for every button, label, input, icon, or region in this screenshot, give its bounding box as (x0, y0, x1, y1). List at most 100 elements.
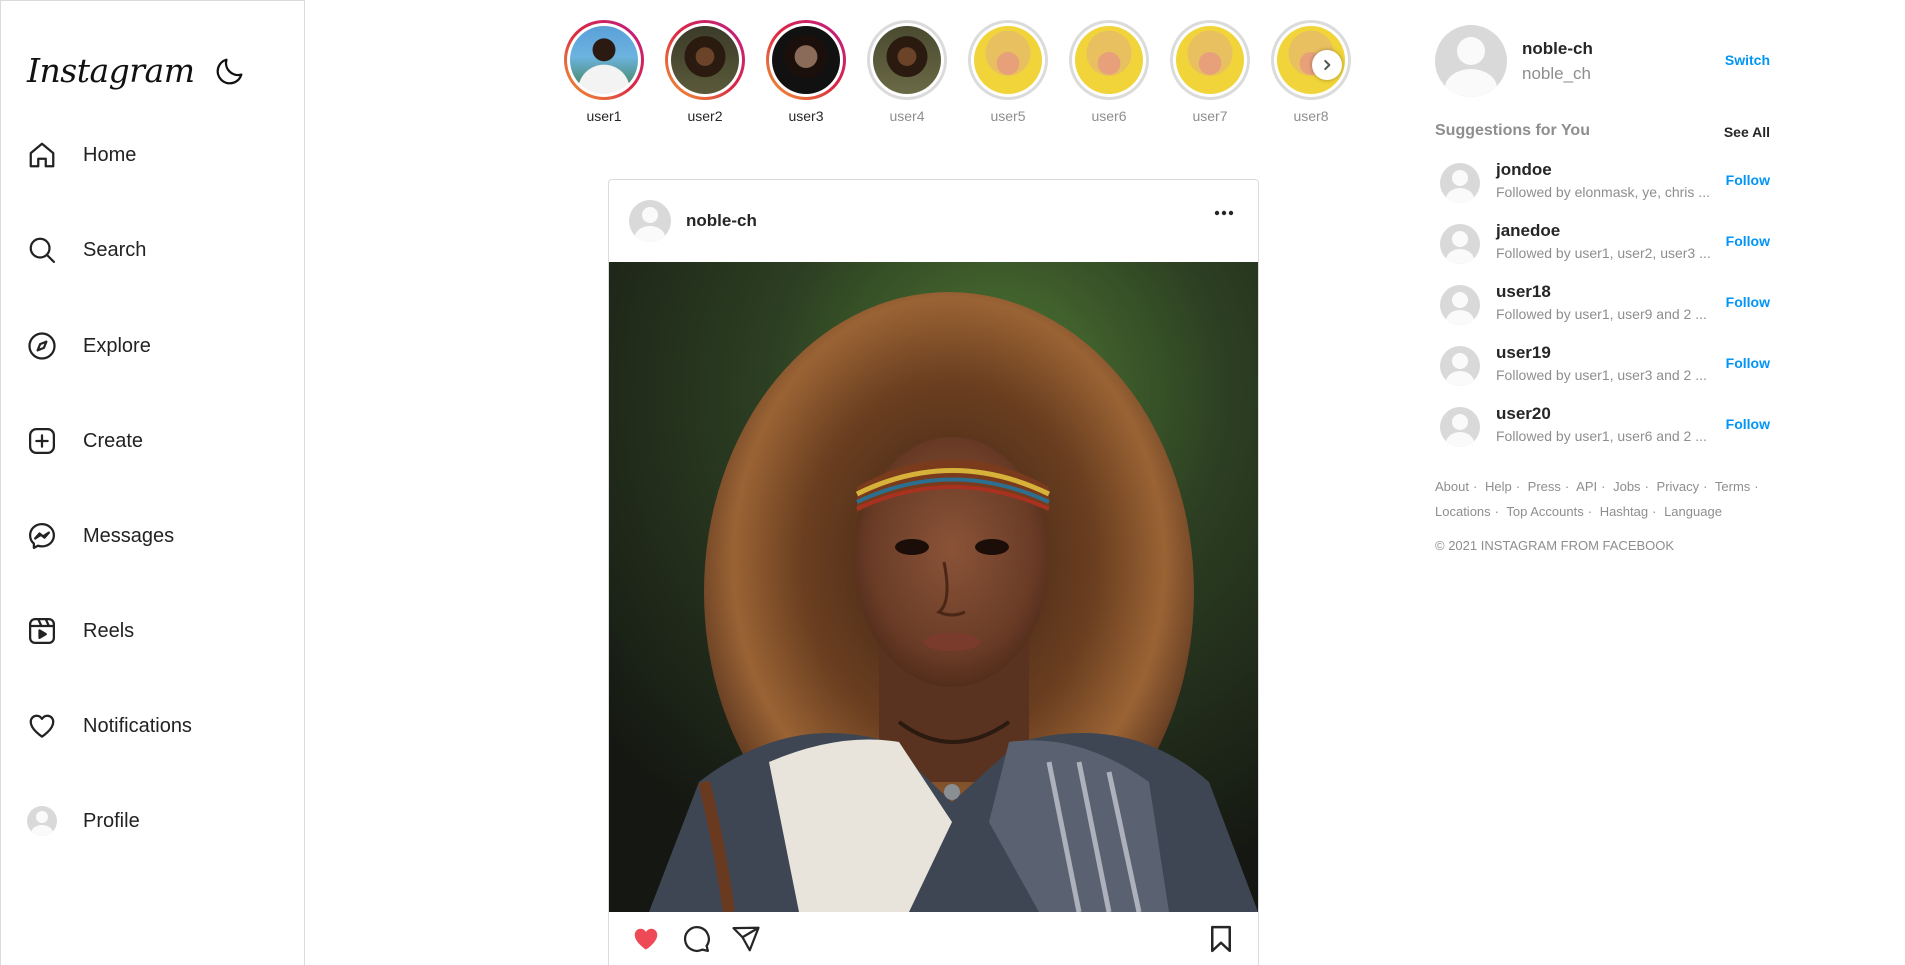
avatar[interactable] (1440, 224, 1480, 264)
plus-square-icon (29, 428, 55, 454)
story-item[interactable]: user8 (1271, 20, 1351, 124)
footer-links: About · Help · Press · API · Jobs · Privacy · … (1435, 474, 1775, 524)
footer-link-about[interactable]: About (1435, 479, 1469, 494)
suggestion-username[interactable]: user19 (1496, 343, 1551, 363)
list-item: janedoe Followed by user1, user2, user3 … (1435, 215, 1770, 276)
list-item: user19 Followed by user1, user3 and 2 ..… (1435, 337, 1770, 398)
sidebar-item-label: Profile (83, 809, 140, 832)
footer-link-terms[interactable]: Terms (1715, 479, 1750, 494)
story-item[interactable]: user7 (1170, 20, 1250, 124)
avatar[interactable] (1440, 163, 1480, 203)
story-username: user4 (889, 108, 925, 124)
suggestion-username[interactable]: user18 (1496, 282, 1551, 302)
suggestion-username[interactable]: jondoe (1496, 160, 1552, 180)
story-item[interactable]: user3 (766, 20, 846, 124)
follow-button[interactable]: Follow (1726, 172, 1770, 188)
post-card: noble-ch (608, 179, 1259, 965)
story-username: user8 (1293, 108, 1329, 124)
footer-link-top-accounts[interactable]: Top Accounts (1506, 504, 1583, 519)
footer-row: About · Help · Press · API · Jobs · Privacy · … (1435, 479, 1759, 494)
search-icon (29, 237, 55, 263)
story-item[interactable]: user1 (564, 20, 644, 124)
footer-link-jobs[interactable]: Jobs (1613, 479, 1640, 494)
story-avatar (873, 26, 941, 94)
moon-icon[interactable] (213, 54, 247, 88)
instagram-logo[interactable]: Instagram (27, 51, 195, 90)
follow-button[interactable]: Follow (1726, 233, 1770, 249)
suggestion-subtext: Followed by elonmask, ye, chris ... (1496, 184, 1710, 200)
footer-row: Locations · Top Accounts · Hashtag · Langua… (1435, 504, 1722, 519)
more-options-icon[interactable] (1214, 210, 1234, 216)
copyright: © 2021 INSTAGRAM FROM FACEBOOK (1435, 538, 1675, 553)
avatar[interactable] (1440, 407, 1480, 447)
list-item: user20 Followed by user1, user6 and 2 ..… (1435, 398, 1770, 459)
sidebar-item-search[interactable]: Search (27, 230, 146, 270)
post-username[interactable]: noble-ch (686, 211, 757, 231)
story-avatar (570, 26, 638, 94)
sidebar-item-label: Reels (83, 619, 135, 642)
suggestion-subtext: Followed by user1, user9 and 2 ... (1496, 306, 1707, 322)
story-username: user3 (788, 108, 824, 124)
reels-icon (29, 618, 55, 644)
suggestion-username[interactable]: user20 (1496, 404, 1551, 424)
see-all-button[interactable]: See All (1724, 124, 1770, 140)
footer-link-language[interactable]: Language (1664, 504, 1722, 519)
story-username: user2 (687, 108, 723, 124)
current-username[interactable]: noble-ch (1522, 39, 1593, 59)
stories-next-button[interactable] (1312, 50, 1342, 80)
sidebar-item-notifications[interactable]: Notifications (27, 706, 192, 746)
post-actions (627, 924, 1240, 960)
avatar[interactable] (629, 200, 671, 242)
follow-button[interactable]: Follow (1726, 294, 1770, 310)
avatar[interactable] (1435, 25, 1507, 97)
current-name: noble_ch (1522, 64, 1592, 83)
footer-link-api[interactable]: API (1576, 479, 1597, 494)
sidebar-item-reels[interactable]: Reels (27, 611, 134, 651)
sidebar-item-label: Search (83, 238, 147, 261)
story-avatar (772, 26, 840, 94)
footer-link-help[interactable]: Help (1485, 479, 1512, 494)
footer-link-hashtag[interactable]: Hashtag (1600, 504, 1648, 519)
sidebar: Instagram Home Search Explore Create Mes… (0, 0, 305, 965)
suggestions-title: Suggestions for You (1435, 122, 1590, 139)
suggestion-username[interactable]: janedoe (1496, 221, 1560, 241)
suggestions-list: jondoe Followed by elonmask, ye, chris .… (1435, 154, 1770, 459)
switch-account-button[interactable]: Switch (1725, 52, 1770, 68)
follow-button[interactable]: Follow (1726, 355, 1770, 371)
sidebar-item-label: Create (83, 429, 144, 452)
story-item[interactable]: user4 (867, 20, 947, 124)
sidebar-item-label: Explore (83, 334, 151, 357)
sidebar-item-label: Home (83, 143, 137, 166)
footer-link-locations[interactable]: Locations (1435, 504, 1491, 519)
post-image[interactable] (609, 262, 1258, 912)
story-username: user6 (1091, 108, 1127, 124)
story-item[interactable]: user2 (665, 20, 745, 124)
like-heart-icon[interactable] (631, 924, 661, 954)
story-avatar (671, 26, 739, 94)
story-item[interactable]: user5 (968, 20, 1048, 124)
avatar[interactable] (1440, 346, 1480, 386)
chevron-right-icon (1324, 59, 1331, 71)
suggestion-subtext: Followed by user1, user2, user3 ... (1496, 245, 1711, 261)
footer-link-press[interactable]: Press (1528, 479, 1561, 494)
avatar (27, 806, 57, 836)
sidebar-item-messages[interactable]: Messages (27, 516, 174, 556)
sidebar-item-home[interactable]: Home (27, 135, 136, 175)
story-avatar (1176, 26, 1244, 94)
share-icon[interactable] (731, 924, 761, 954)
sidebar-item-profile[interactable]: Profile (27, 801, 140, 841)
stories-bar: user1 user2 user3 user4 user5 user6 user… (564, 20, 1351, 124)
heart-icon (29, 714, 55, 738)
story-item[interactable]: user6 (1069, 20, 1149, 124)
post-photo (609, 262, 1258, 912)
sidebar-item-create[interactable]: Create (27, 421, 143, 461)
sidebar-item-explore[interactable]: Explore (27, 326, 151, 366)
home-icon (29, 142, 55, 168)
footer-link-privacy[interactable]: Privacy (1657, 479, 1700, 494)
list-item: jondoe Followed by elonmask, ye, chris .… (1435, 154, 1770, 215)
comment-icon[interactable] (681, 924, 711, 954)
suggestions-header: Suggestions for You See All (1435, 122, 1770, 146)
bookmark-icon[interactable] (1206, 924, 1236, 954)
avatar[interactable] (1440, 285, 1480, 325)
follow-button[interactable]: Follow (1726, 416, 1770, 432)
